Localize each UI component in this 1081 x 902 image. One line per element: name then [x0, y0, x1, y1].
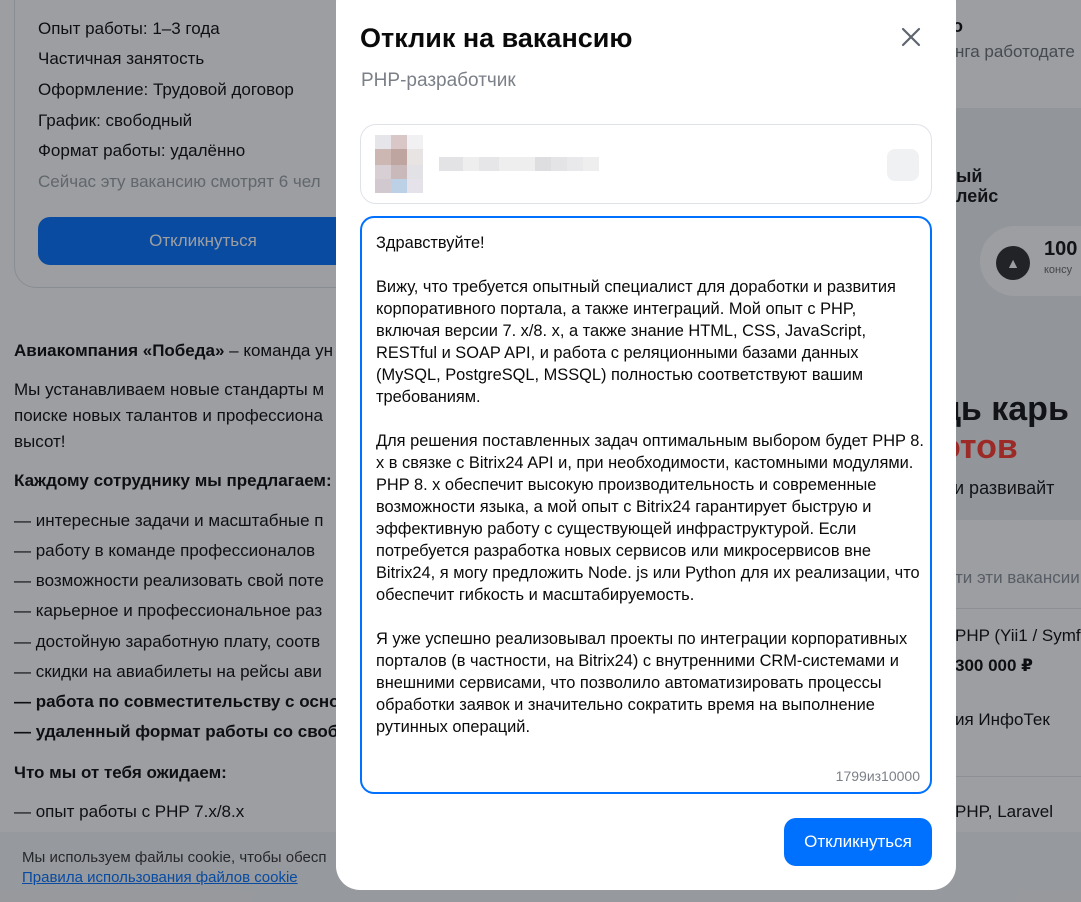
vacancy-name: PHP-разработчик — [361, 70, 516, 91]
resume-title-redacted — [439, 157, 599, 171]
edit-icon[interactable] — [887, 149, 919, 181]
close-icon[interactable] — [898, 24, 924, 50]
submit-response-button[interactable]: Откликнуться — [784, 818, 932, 866]
cover-letter-text[interactable]: Здравствуйте! Вижу, что требуется опытны… — [376, 232, 924, 762]
char-counter: 1799из10000 — [835, 768, 920, 784]
response-modal: Отклик на вакансию PHP-разработчик Здрав… — [336, 0, 956, 890]
avatar — [375, 135, 423, 193]
modal-title: Отклик на вакансию — [360, 23, 633, 53]
cover-letter-textarea[interactable]: Здравствуйте! Вижу, что требуется опытны… — [360, 216, 932, 794]
resume-selector[interactable] — [360, 124, 932, 204]
